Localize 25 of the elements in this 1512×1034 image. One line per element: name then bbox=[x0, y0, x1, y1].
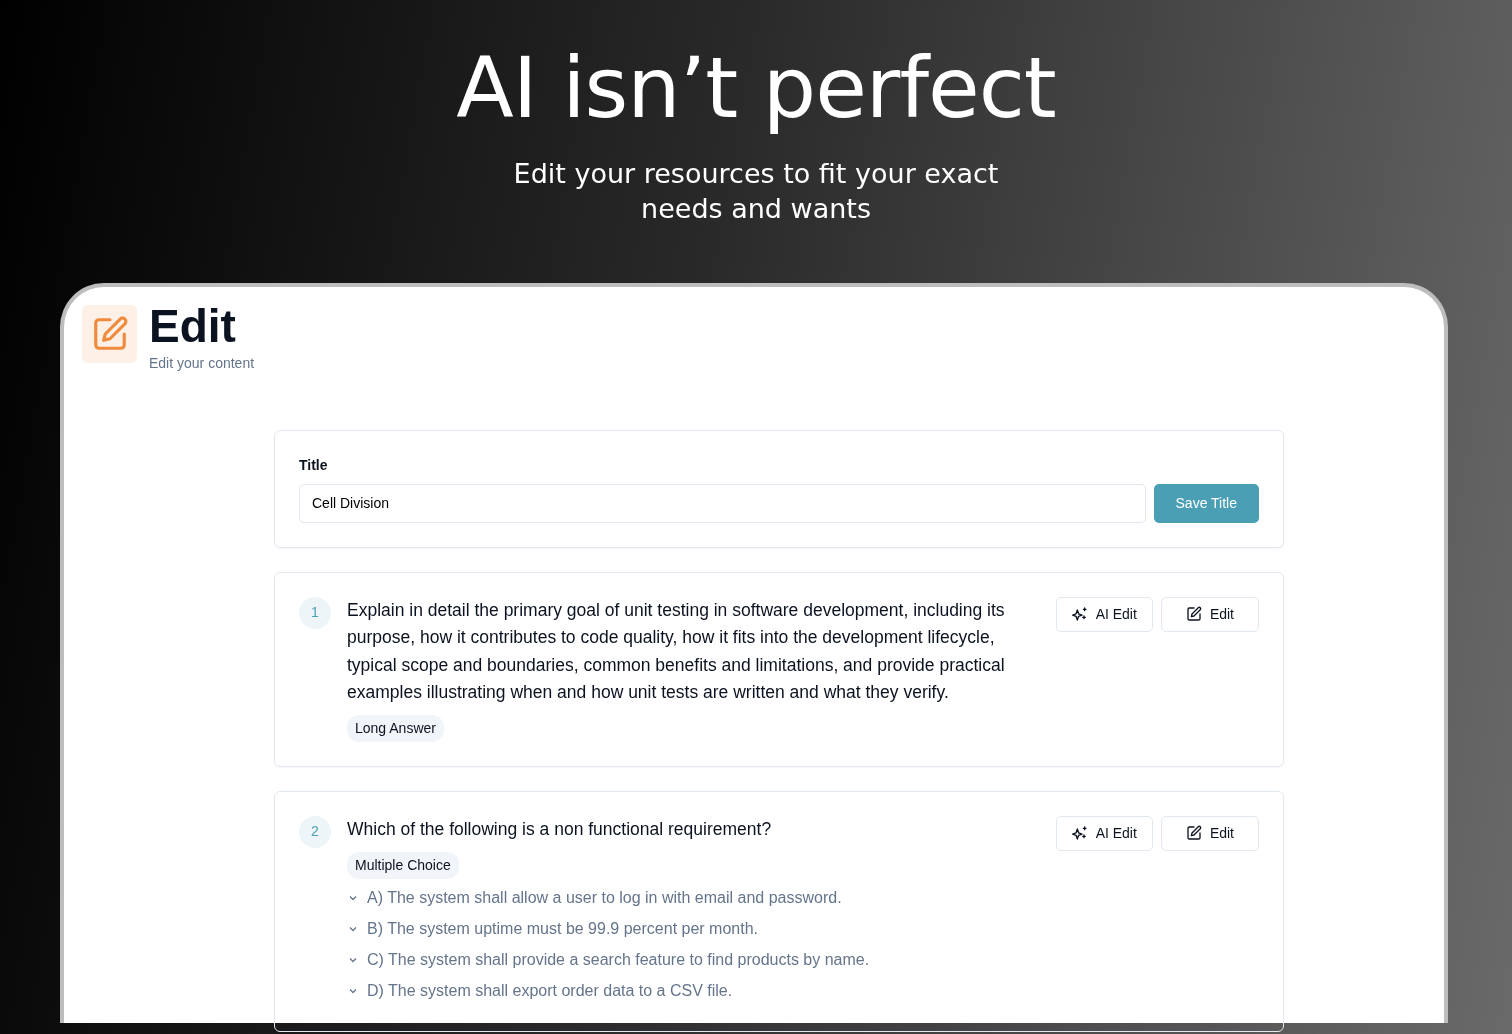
title-input[interactable]: Cell Division bbox=[299, 483, 1146, 523]
edit-button[interactable]: Edit bbox=[1160, 815, 1259, 851]
sparkle-icon bbox=[1071, 825, 1088, 842]
question-text: Explain in detail the primary goal of unit testing in software development, including its purpose, how it contributes to code quality, how it fits into the development lifecycle, typical scope and boundaries, common benefits and limitations, and provide practical examples illustrating when and how unit tests are written and what they verify. bbox=[347, 598, 1006, 705]
answer-option: D) The system shall export order data to a CSV file. bbox=[367, 979, 733, 1004]
edit-icon bbox=[1185, 825, 1202, 842]
ai-edit-button[interactable]: AI Edit bbox=[1055, 596, 1153, 632]
question-type-tag: Long Answer bbox=[347, 714, 444, 742]
hero-subtitle: Edit your resources to fit your exact needs and wants bbox=[512, 157, 1000, 227]
question-type-tag: Multiple Choice bbox=[347, 851, 459, 879]
answer-option: B) The system uptime must be 99.9 percent per month. bbox=[367, 917, 758, 942]
question-number: 2 bbox=[299, 815, 331, 848]
page-subtitle: Edit your content bbox=[149, 353, 255, 373]
answer-option: A) The system shall allow a user to log in with email and password. bbox=[367, 886, 842, 911]
page-title: Edit bbox=[149, 302, 237, 349]
hero-title: AI isn’t perfect bbox=[455, 38, 1057, 135]
field-label: Title bbox=[299, 455, 329, 475]
edit-button[interactable]: Edit bbox=[1160, 596, 1259, 632]
edit-icon bbox=[1185, 606, 1202, 623]
question-number: 1 bbox=[299, 596, 331, 629]
sparkle-icon bbox=[1071, 606, 1088, 623]
question-text: Which of the following is a non functional requirement? bbox=[347, 817, 773, 841]
edit-icon bbox=[82, 304, 137, 363]
ai-edit-button[interactable]: AI Edit bbox=[1055, 815, 1153, 851]
answer-option: C) The system shall provide a search feature to find products by name. bbox=[367, 948, 870, 973]
